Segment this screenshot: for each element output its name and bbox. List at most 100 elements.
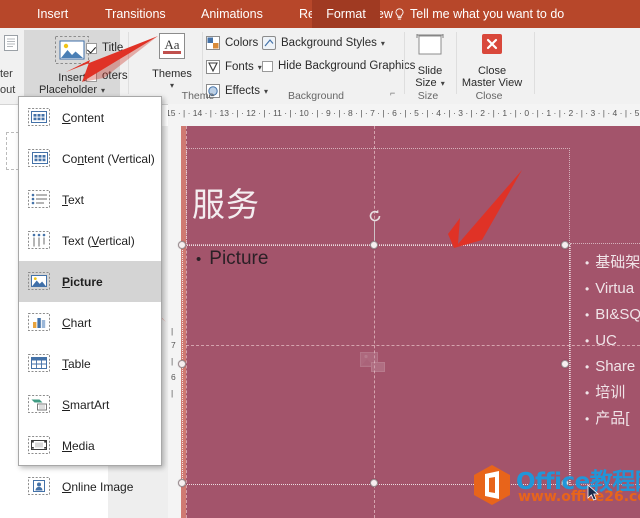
background-styles-icon bbox=[262, 36, 276, 50]
list-item-label: Share bbox=[595, 358, 636, 375]
tab-transitions[interactable]: Transitions bbox=[96, 0, 175, 28]
colors-icon bbox=[206, 36, 220, 50]
close-x-icon bbox=[458, 32, 526, 65]
slide-master-layout-icon bbox=[2, 34, 20, 52]
list-item-label: BI&SQ bbox=[595, 306, 640, 323]
close-master-view-button[interactable]: Close Master View bbox=[458, 32, 526, 89]
resize-handle-bottom-center[interactable] bbox=[370, 479, 378, 487]
powerpoint-window: Insert Transitions Animations Review Vie… bbox=[0, 0, 640, 518]
list-item: • 基础架 bbox=[585, 250, 640, 276]
list-item-label: 培训 bbox=[595, 384, 626, 401]
menu-item-rest: hart bbox=[70, 315, 92, 330]
vertical-ruler-tick-0: | bbox=[171, 326, 174, 336]
menu-item-rest: ertical) bbox=[98, 233, 135, 248]
text-vertical-placeholder-icon bbox=[27, 229, 53, 253]
menu-item-accel: C bbox=[62, 110, 71, 125]
slide-size-line1: Slide bbox=[417, 65, 443, 77]
menu-item-accel: V bbox=[91, 233, 99, 248]
slide-size-button[interactable]: Slide Size ▾ bbox=[408, 32, 452, 90]
watermark: Office教程网 www.office26.com bbox=[472, 458, 640, 510]
menu-item-text[interactable]: Text bbox=[19, 179, 161, 220]
smartart-placeholder-icon bbox=[27, 393, 53, 417]
bullet-icon: • bbox=[585, 282, 590, 296]
menu-item-online-image[interactable]: Online Image bbox=[19, 466, 161, 507]
horizontal-ruler-ticks: 15 · | · 14 · | · 13 · | · 12 · | · 11 ·… bbox=[168, 108, 640, 118]
tab-insert[interactable]: Insert bbox=[28, 0, 77, 28]
menu-item-accel: M bbox=[62, 438, 72, 453]
tell-me-box[interactable]: Tell me what you want to do bbox=[394, 0, 564, 28]
list-item: • 产品[ bbox=[585, 406, 640, 432]
tab-animations[interactable]: Animations bbox=[192, 0, 272, 28]
watermark-url: www.office26.com bbox=[518, 489, 640, 505]
office-hex-logo-icon bbox=[474, 465, 510, 505]
menu-item-label: Text (Vertical) bbox=[62, 233, 135, 248]
chevron-down-icon[interactable]: ▾ bbox=[441, 79, 445, 88]
menu-item-label: SmartArt bbox=[62, 398, 109, 412]
menu-item-accel: P bbox=[62, 274, 71, 289]
lightbulb-icon bbox=[394, 7, 405, 21]
hide-background-graphics-item[interactable]: Hide Background Graphics bbox=[262, 60, 415, 72]
list-item-label: 基础架 bbox=[595, 254, 640, 271]
colors-button[interactable]: Colors ▾ bbox=[206, 36, 266, 50]
resize-handle-bottom-left[interactable] bbox=[178, 479, 186, 487]
resize-handle-top-right[interactable] bbox=[561, 241, 569, 249]
menu-item-rest: able bbox=[68, 356, 91, 371]
bullet-icon: • bbox=[585, 412, 590, 426]
menu-item-table[interactable]: Table bbox=[19, 343, 161, 384]
menu-item-rest: edia bbox=[72, 438, 95, 453]
menu-item-content[interactable]: Content bbox=[19, 97, 161, 138]
online-image-placeholder-icon bbox=[27, 475, 53, 499]
rotate-icon[interactable] bbox=[368, 209, 382, 223]
list-item: • 培训 bbox=[585, 380, 640, 406]
vertical-ruler-tick-2: | bbox=[171, 356, 174, 366]
table-placeholder-icon bbox=[27, 352, 53, 376]
menu-item-rest: ontent bbox=[70, 110, 105, 125]
insert-placeholder-menu[interactable]: Content Content (Vertical) Text Text (Ve… bbox=[18, 96, 162, 495]
fonts-label: Fonts bbox=[225, 61, 254, 73]
menu-item-picture[interactable]: Picture bbox=[19, 261, 161, 302]
mouse-cursor-icon bbox=[587, 484, 600, 501]
vertical-ruler-tick-4: | bbox=[171, 388, 174, 398]
resize-handle-middle-left[interactable] bbox=[178, 360, 186, 368]
content-placeholder-icon bbox=[27, 106, 53, 130]
background-styles-button[interactable]: Background Styles ▾ bbox=[262, 36, 385, 50]
list-item-label: Virtua bbox=[595, 280, 635, 297]
menu-item-text-vertical[interactable]: Text (Vertical) bbox=[19, 220, 161, 261]
bullet-icon: • bbox=[585, 386, 590, 400]
media-placeholder-icon bbox=[27, 434, 53, 458]
menu-item-rest: icture bbox=[70, 274, 103, 289]
menu-item-chart[interactable]: Chart bbox=[19, 302, 161, 343]
menu-item-content-vertical[interactable]: Content (Vertical) bbox=[19, 138, 161, 179]
tab-format[interactable]: Format bbox=[312, 0, 380, 28]
chevron-down-icon[interactable]: ▾ bbox=[381, 39, 385, 48]
menu-item-label: Table bbox=[62, 357, 91, 371]
right-bullet-list: • 基础架 • Virtua • BI&SQ • UC • Share • 培训 • 产品[ bbox=[585, 250, 640, 432]
slide-size-line2-wrap: Size ▾ bbox=[408, 77, 452, 90]
resize-handle-top-center[interactable] bbox=[370, 241, 378, 249]
resize-handle-middle-right[interactable] bbox=[561, 360, 569, 368]
bullet-icon: • bbox=[585, 360, 590, 374]
menu-item-smartart[interactable]: SmartArt bbox=[19, 384, 161, 425]
slide-size-icon bbox=[408, 32, 452, 65]
group-label-close: Close bbox=[475, 90, 503, 102]
menu-item-accel: S bbox=[62, 397, 71, 412]
fonts-icon bbox=[206, 60, 220, 74]
vertical-ruler-tick-3: 6 bbox=[171, 372, 176, 382]
picture-icon bbox=[360, 352, 388, 376]
picture-placeholder-icon bbox=[27, 270, 53, 294]
horizontal-ruler: 15 · | · 14 · | · 13 · | · 12 · | · 11 ·… bbox=[168, 104, 640, 127]
menu-item-rest: martArt bbox=[70, 397, 110, 412]
fonts-button[interactable]: Fonts ▾ bbox=[206, 60, 262, 74]
layout-label-partial-bottom: out bbox=[0, 84, 16, 96]
vertical-ruler-tick-1: 7 bbox=[171, 340, 176, 350]
slide-size-line2: Size bbox=[415, 77, 437, 89]
arrow-pointing-to-insert-placeholder bbox=[66, 36, 158, 82]
resize-handle-top-left[interactable] bbox=[178, 241, 186, 249]
checkbox-icon[interactable] bbox=[262, 60, 273, 72]
menu-item-label: Online Image bbox=[62, 480, 133, 494]
list-item-label: 产品[ bbox=[595, 410, 630, 427]
menu-item-media[interactable]: Media bbox=[19, 425, 161, 466]
ribbon-tab-bar: Insert Transitions Animations Review Vie… bbox=[0, 0, 640, 28]
close-master-view-line2: Master View bbox=[461, 77, 523, 89]
menu-item-label: Media bbox=[62, 439, 95, 453]
